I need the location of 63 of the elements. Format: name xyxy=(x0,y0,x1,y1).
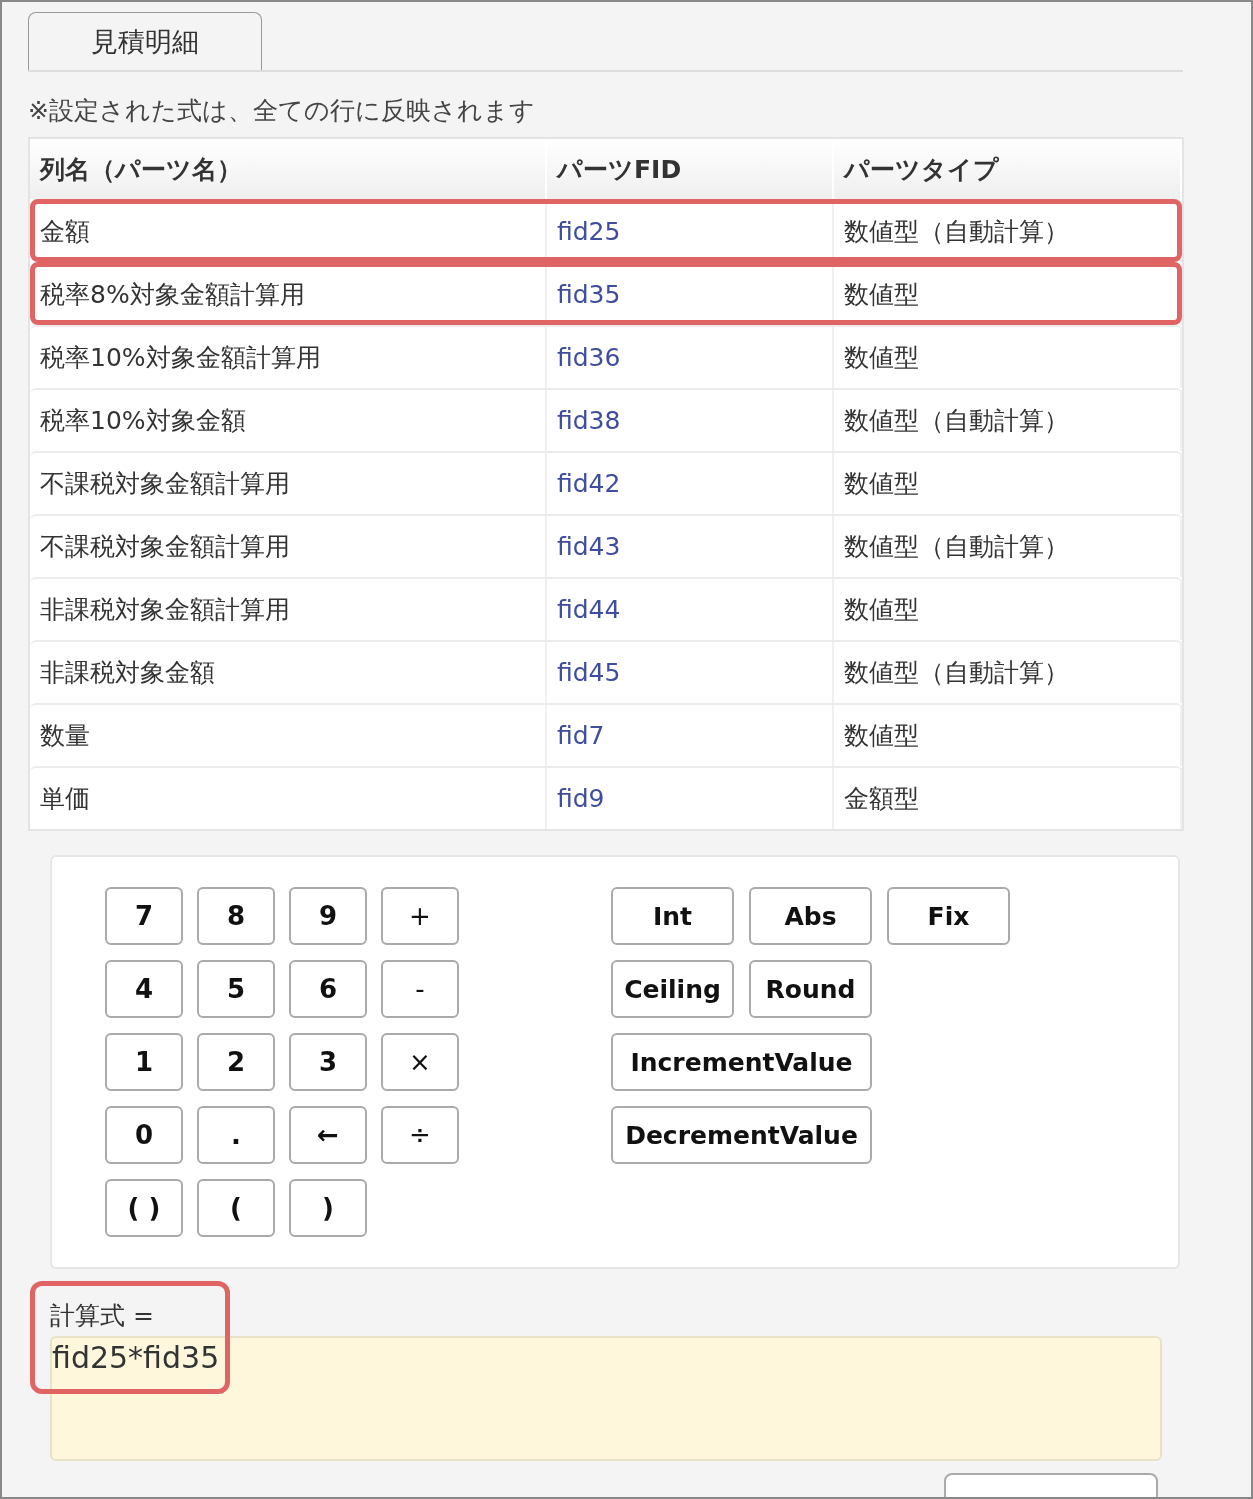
table-cell: fid42 xyxy=(547,453,834,514)
table-cell: fid7 xyxy=(547,705,834,766)
key-button[interactable]: . xyxy=(197,1106,275,1164)
table-cell: 数値型 xyxy=(834,264,1182,325)
key-button[interactable]: ) xyxy=(289,1179,367,1237)
table-cell: 数値型（自動計算） xyxy=(834,516,1182,577)
table-cell: 金額 xyxy=(30,201,547,262)
table-cell: 不課税対象金額計算用 xyxy=(30,516,547,577)
key-button[interactable]: 5 xyxy=(197,960,275,1018)
formula-field[interactable]: fid25*fid35 xyxy=(50,1336,1162,1461)
key-button[interactable]: 0 xyxy=(105,1106,183,1164)
table-cell: 数値型 xyxy=(834,705,1182,766)
table-cell: 数値型 xyxy=(834,453,1182,514)
key-button[interactable]: 6 xyxy=(289,960,367,1018)
function-button[interactable]: DecrementValue xyxy=(611,1106,872,1164)
key-button[interactable]: ( xyxy=(197,1179,275,1237)
formula-label: 計算式 = xyxy=(50,1300,154,1332)
note-text: ※設定された式は、全ての行に反映されます xyxy=(28,95,536,127)
table-cell: 単価 xyxy=(30,768,547,829)
table-cell: 数値型（自動計算） xyxy=(834,642,1182,703)
table-cell: 数値型 xyxy=(834,327,1182,388)
tab[interactable]: 見積明細 xyxy=(28,12,262,70)
key-button[interactable]: 1 xyxy=(105,1033,183,1091)
column-header: 列名（パーツ名） xyxy=(30,139,547,199)
function-button[interactable]: Ceiling xyxy=(611,960,734,1018)
table-cell: 不課税対象金額計算用 xyxy=(30,453,547,514)
table-cell: 非課税対象金額 xyxy=(30,642,547,703)
key-button[interactable]: ← xyxy=(289,1106,367,1164)
table-cell: 数値型（自動計算） xyxy=(834,390,1182,451)
key-button[interactable]: 3 xyxy=(289,1033,367,1091)
function-button[interactable]: Round xyxy=(749,960,872,1018)
key-button[interactable]: 9 xyxy=(289,887,367,945)
column-header: パーツタイプ xyxy=(834,139,1182,199)
key-button[interactable]: ÷ xyxy=(381,1106,459,1164)
table-cell: 数値型（自動計算） xyxy=(834,201,1182,262)
key-button[interactable]: 7 xyxy=(105,887,183,945)
table-cell: fid43 xyxy=(547,516,834,577)
key-button[interactable]: - xyxy=(381,960,459,1018)
table-cell: fid35 xyxy=(547,264,834,325)
key-button[interactable]: × xyxy=(381,1033,459,1091)
table-cell: 税率10%対象金額 xyxy=(30,390,547,451)
function-button[interactable]: IncrementValue xyxy=(611,1033,872,1091)
function-button[interactable]: Abs xyxy=(749,887,872,945)
table-cell: 金額型 xyxy=(834,768,1182,829)
table-cell: 数量 xyxy=(30,705,547,766)
function-button[interactable]: Int xyxy=(611,887,734,945)
table-cell: fid36 xyxy=(547,327,834,388)
key-button[interactable]: 4 xyxy=(105,960,183,1018)
table-cell: 税率10%対象金額計算用 xyxy=(30,327,547,388)
table-cell: fid9 xyxy=(547,768,834,829)
key-button[interactable]: 2 xyxy=(197,1033,275,1091)
key-button[interactable]: + xyxy=(381,887,459,945)
table-cell: fid45 xyxy=(547,642,834,703)
key-button[interactable]: 8 xyxy=(197,887,275,945)
column-header: パーツFID xyxy=(547,139,834,199)
table-cell: fid25 xyxy=(547,201,834,262)
table-cell: fid44 xyxy=(547,579,834,640)
key-button[interactable]: ( ) xyxy=(105,1179,183,1237)
table-cell: fid38 xyxy=(547,390,834,451)
function-button[interactable]: Fix xyxy=(887,887,1010,945)
table-cell: 税率8%対象金額計算用 xyxy=(30,264,547,325)
table-cell: 非課税対象金額計算用 xyxy=(30,579,547,640)
table-cell: 数値型 xyxy=(834,579,1182,640)
